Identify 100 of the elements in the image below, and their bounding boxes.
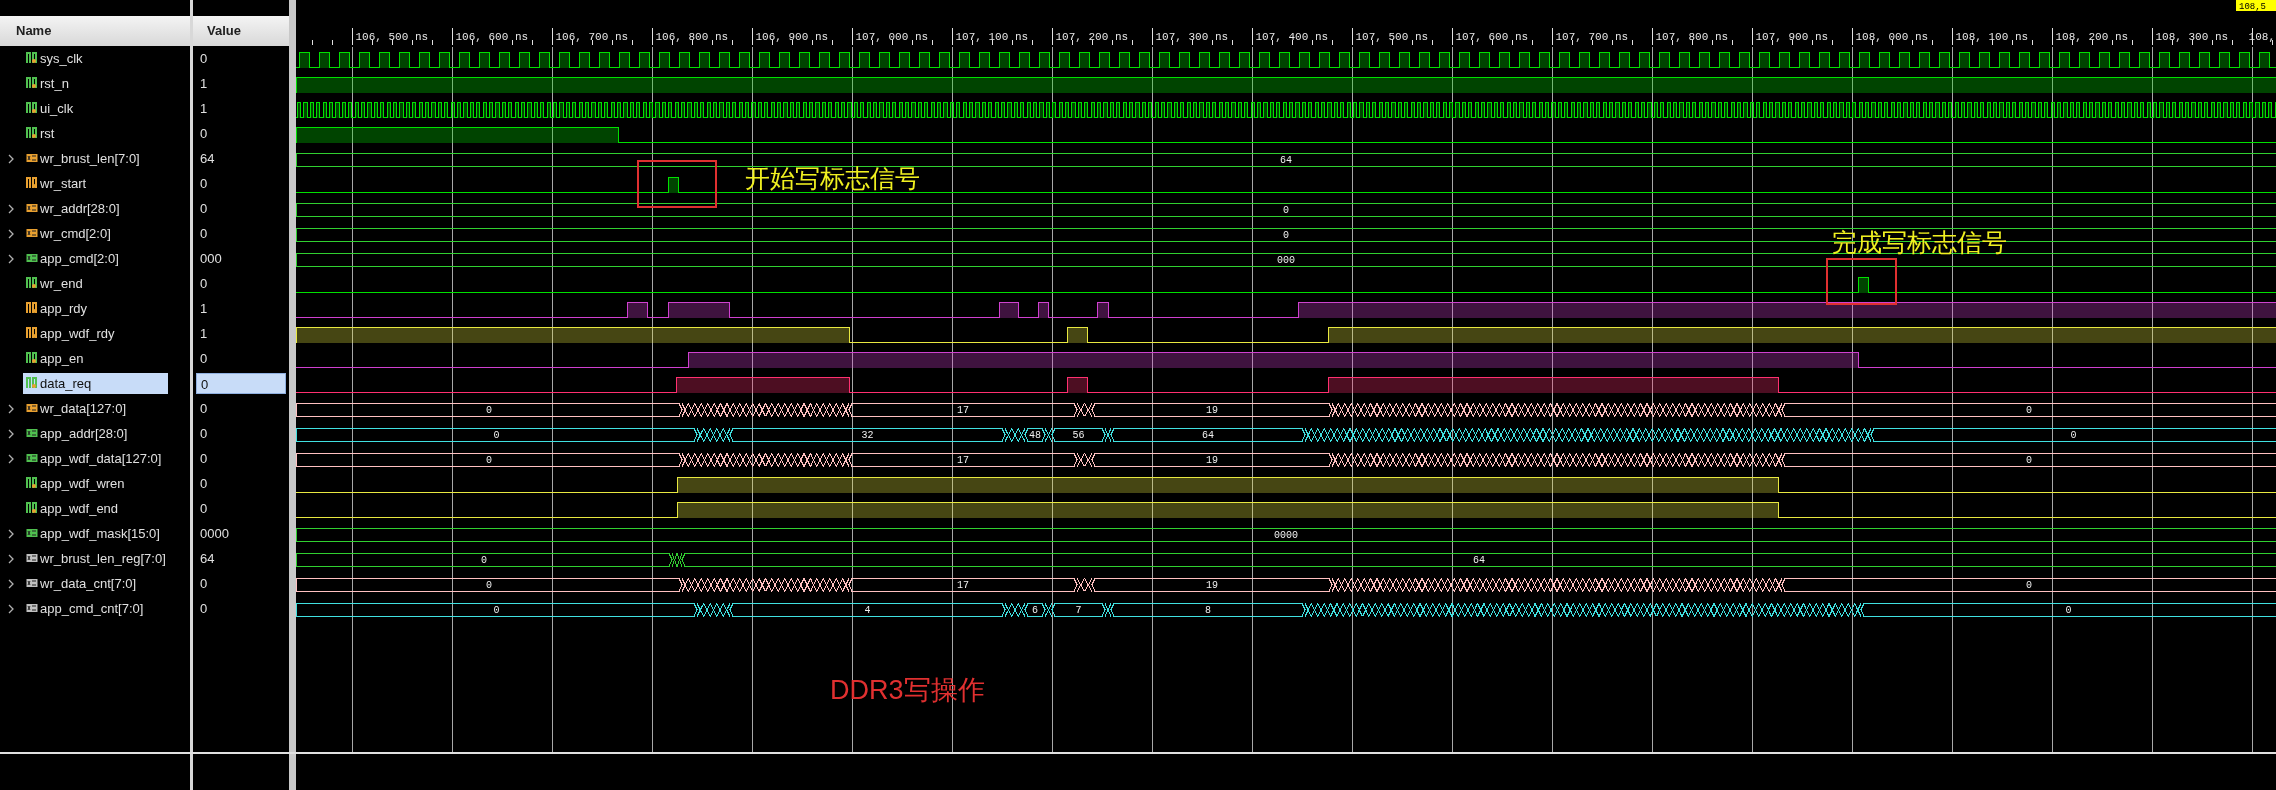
signal-name[interactable]: app_wdf_end	[40, 498, 119, 519]
bus-value: 0	[2070, 430, 2077, 441]
signal-value: 0	[200, 49, 208, 68]
time-label: 108, 000 ns	[1855, 31, 1929, 43]
signal-name[interactable]: app_wdf_wren	[40, 473, 125, 494]
time-label: 106, 600 ns	[455, 31, 529, 43]
time-label: 107, 200 ns	[1055, 31, 1129, 43]
chevron-icon[interactable]	[8, 454, 15, 464]
signal-name[interactable]: ui_clk	[40, 98, 74, 119]
signal-name[interactable]: app_wdf_mask[15:0]	[40, 523, 160, 544]
signal-name[interactable]: wr_cmd[2:0]	[40, 223, 111, 244]
bus-value: 56	[1072, 430, 1085, 441]
time-label: 106, 900 ns	[755, 31, 829, 43]
chevron-icon[interactable]	[8, 154, 15, 164]
time-label: 106, 700 ns	[555, 31, 629, 43]
signal-value: 0	[200, 424, 208, 443]
highlight-frame	[1826, 258, 1897, 305]
bus-value: 64	[1280, 155, 1292, 166]
time-label: 107, 600 ns	[1455, 31, 1529, 43]
time-label: 107, 300 ns	[1155, 31, 1229, 43]
chevron-icon[interactable]	[8, 579, 15, 589]
signal-value: 1	[200, 74, 208, 93]
signal-name[interactable]: app_wdf_rdy	[40, 323, 115, 344]
signal-name[interactable]: wr_data[127:0]	[40, 398, 126, 419]
chevron-icon[interactable]	[8, 204, 15, 214]
signal-value: 0	[200, 124, 208, 143]
chevron-icon[interactable]	[8, 254, 15, 264]
signal-name[interactable]: wr_end	[40, 273, 83, 294]
bus-value: 64	[1202, 430, 1214, 441]
signal-name[interactable]: wr_start	[40, 173, 87, 194]
bus-value: 0	[493, 605, 500, 616]
signal-value: 64	[200, 149, 215, 168]
signal-name[interactable]: app_cmd_cnt[7:0]	[40, 598, 144, 619]
signal-name[interactable]: app_cmd[2:0]	[40, 248, 119, 269]
signal-name[interactable]: rst	[40, 123, 55, 144]
name-column-header[interactable]: Name	[0, 16, 190, 46]
time-label: 107, 100 ns	[955, 31, 1029, 43]
time-label: 107, 700 ns	[1555, 31, 1629, 43]
bus-value: 17	[957, 405, 969, 416]
signal-name[interactable]: wr_brust_len[7:0]	[40, 148, 140, 169]
time-label: 107, 400 ns	[1255, 31, 1329, 43]
signal-name[interactable]: app_rdy	[40, 298, 87, 319]
value-column-header[interactable]: Value	[193, 16, 289, 46]
signal-value: 0	[200, 174, 208, 193]
bus-value: 000	[1277, 255, 1295, 266]
signal-value: 0	[200, 499, 208, 518]
bus-value: 7	[1075, 605, 1082, 616]
signal-name[interactable]: wr_brust_len_reg[7:0]	[40, 548, 166, 569]
signal-name[interactable]: sys_clk	[40, 48, 83, 69]
bus-value: 48	[1029, 430, 1041, 441]
chevron-icon[interactable]	[8, 429, 15, 439]
chevron-icon[interactable]	[8, 229, 15, 239]
signal-name[interactable]: rst_n	[40, 73, 69, 94]
signal-name[interactable]: app_en	[40, 348, 84, 369]
signal-value: 0	[200, 349, 208, 368]
bus-value: 0	[1283, 230, 1289, 241]
time-label: 107, 900 ns	[1755, 31, 1829, 43]
bus-value: 0	[493, 430, 500, 441]
chevron-icon[interactable]	[8, 604, 15, 614]
bus-value: 64	[1473, 555, 1485, 566]
signal-value: 0	[200, 224, 208, 243]
bus-value: 32	[861, 430, 874, 441]
time-label: 107, 000 ns	[855, 31, 929, 43]
signal-name[interactable]: wr_data_cnt[7:0]	[40, 573, 137, 594]
signal-value: 0	[200, 399, 208, 418]
signal-name[interactable]: data_req	[23, 373, 168, 394]
bus-value: 0	[486, 405, 492, 416]
bus-value: 6	[1032, 605, 1038, 616]
bus-value: 17	[957, 580, 969, 591]
signal-value: 0	[200, 474, 208, 493]
bus-value: 0	[481, 555, 487, 566]
signal-value: 0	[200, 574, 208, 593]
chevron-icon[interactable]	[8, 404, 15, 414]
chevron-icon[interactable]	[8, 529, 15, 539]
signal-name[interactable]: wr_addr[28:0]	[40, 198, 120, 219]
signal-value: 000	[200, 249, 222, 268]
signal-value: 0	[200, 449, 208, 468]
signal-name[interactable]: app_addr[28:0]	[40, 423, 128, 444]
time-label: 108, 200 ns	[2055, 31, 2129, 43]
bus-value: 0	[2026, 455, 2032, 466]
signal-name[interactable]: app_wdf_data[127:0]	[40, 448, 162, 469]
bus-value: 0	[486, 580, 492, 591]
bus-value: 0	[1283, 205, 1289, 216]
signal-value: 0	[200, 274, 208, 293]
bus-value: 19	[1206, 455, 1218, 466]
bus-value: 0	[486, 455, 492, 466]
time-ruler[interactable]	[312, 27, 2273, 46]
bus-value: 0	[2026, 580, 2032, 591]
signal-value: 0	[196, 373, 286, 394]
bus-value: 19	[1206, 580, 1218, 591]
bus-value: 0	[2065, 605, 2072, 616]
signal-value: 0000	[200, 524, 229, 543]
bus-value: 17	[957, 455, 969, 466]
time-label: 108, 100 ns	[1955, 31, 2029, 43]
signal-value: 1	[200, 99, 208, 118]
bus-value: 0	[2026, 405, 2032, 416]
chevron-icon[interactable]	[8, 554, 15, 564]
bus-value: 0000	[1274, 530, 1298, 541]
bus-value: 8	[1205, 605, 1211, 616]
time-label: 106, 800 ns	[655, 31, 729, 43]
